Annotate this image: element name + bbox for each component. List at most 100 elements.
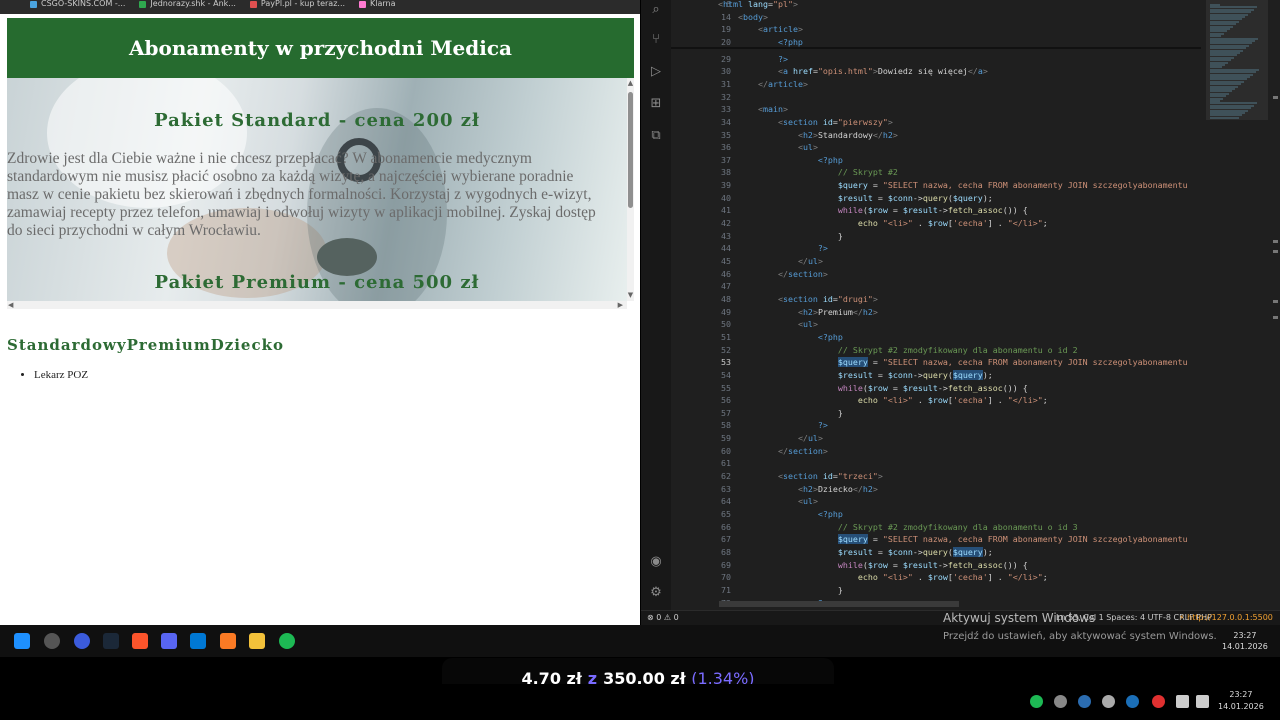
scroll-right-arrow-icon[interactable]: ▶ bbox=[618, 301, 623, 309]
microphone-icon[interactable] bbox=[1152, 695, 1165, 708]
code-line[interactable]: <h2>Standardowy</h2> bbox=[718, 129, 898, 142]
bookmark-favicon-icon bbox=[249, 0, 257, 8]
file-explorer-icon[interactable] bbox=[249, 633, 265, 649]
scroll-up-arrow-icon[interactable]: ▲ bbox=[627, 80, 634, 87]
code-line[interactable]: ?> bbox=[718, 242, 828, 255]
page-viewport: Abonamenty w przychodni Medica Pakiet St… bbox=[0, 14, 640, 625]
code-line[interactable]: $result = $conn->query($query); bbox=[718, 192, 993, 205]
code-line[interactable]: echo "<li>" . $row['cecha'] . "</li>"; bbox=[718, 394, 1048, 407]
bookmark-item[interactable]: Jednorazy.shk - Ank... bbox=[139, 0, 236, 8]
code-line[interactable]: $query = "SELECT nazwa, cecha FROM abona… bbox=[718, 533, 1188, 546]
code-line[interactable]: <html lang="pl"> bbox=[718, 0, 798, 11]
code-line[interactable]: <body> bbox=[718, 11, 768, 24]
editor-vertical-scrollbar[interactable] bbox=[1271, 0, 1280, 605]
nav-link-premium[interactable]: Premium bbox=[127, 336, 211, 354]
scroll-left-arrow-icon[interactable]: ◀ bbox=[8, 301, 13, 309]
code-line[interactable]: echo "<li>" . $row['cecha'] . "</li>"; bbox=[718, 571, 1048, 584]
editor-horizontal-scrollbar[interactable] bbox=[719, 601, 959, 607]
tray-app-icon[interactable] bbox=[1078, 695, 1091, 708]
task-view-icon[interactable] bbox=[44, 633, 60, 649]
discord-icon[interactable] bbox=[161, 633, 177, 649]
code-line[interactable]: <article> bbox=[718, 23, 803, 36]
xampp-icon[interactable] bbox=[220, 633, 236, 649]
code-line[interactable]: </ul> bbox=[718, 432, 823, 445]
windows-activation-subtitle: Przejdź do ustawień, aby aktywować syste… bbox=[943, 631, 1217, 642]
volume-icon[interactable] bbox=[1196, 695, 1209, 708]
network-icon[interactable] bbox=[1176, 695, 1189, 708]
app-icon[interactable] bbox=[74, 633, 90, 649]
browser-window: CSGO-SKINS.COM -... Jednorazy.shk - Ank..… bbox=[0, 0, 640, 625]
code-line[interactable]: while($row = $result->fetch_assoc()) { bbox=[718, 204, 1028, 217]
bookmark-label: PayPl.pl - kup teraz... bbox=[260, 0, 346, 8]
code-line[interactable]: } bbox=[718, 230, 843, 243]
live-server-url[interactable]: ⚡ http://127.0.0.1:5500 bbox=[1179, 611, 1273, 625]
code-line[interactable]: <h2>Dziecko</h2> bbox=[718, 483, 878, 496]
code-line[interactable]: echo "<li>" . $row['cecha'] . "</li>"; bbox=[718, 217, 1048, 230]
code-line[interactable]: } bbox=[718, 407, 843, 420]
code-line[interactable]: } bbox=[718, 584, 843, 597]
pakiet-standard-heading: Pakiet Standard - cena 200 zł bbox=[154, 110, 480, 131]
code-line[interactable]: $query = "SELECT nazwa, cecha FROM abona… bbox=[718, 356, 1188, 369]
nav-link-dziecko[interactable]: Dziecko bbox=[211, 336, 284, 354]
tray-app-icon[interactable] bbox=[1054, 695, 1067, 708]
problems-indicator[interactable]: ⊗ 0 ⚠ 0 bbox=[647, 611, 679, 625]
search-icon[interactable]: ⌕ bbox=[648, 2, 664, 18]
code-line[interactable]: // Skrypt #2 zmodyfikowany dla abonament… bbox=[718, 521, 1078, 534]
code-line[interactable]: </ul> bbox=[718, 255, 823, 268]
tray-clock[interactable]: 23:27 14.01.2026 bbox=[1218, 689, 1264, 713]
source-control-icon[interactable]: ⑂ bbox=[648, 32, 664, 48]
code-line[interactable]: <?php bbox=[718, 508, 843, 521]
remote-explorer-icon[interactable]: ⧉ bbox=[648, 128, 664, 144]
code-line[interactable]: <section id="drugi"> bbox=[718, 293, 878, 306]
scrollbar-thumb[interactable] bbox=[628, 92, 633, 208]
settings-gear-icon[interactable]: ⚙ bbox=[648, 585, 664, 601]
code-line[interactable]: // Skrypt #2 bbox=[718, 166, 898, 179]
code-line[interactable]: $query = "SELECT nazwa, cecha FROM abona… bbox=[718, 179, 1188, 192]
code-line[interactable]: while($row = $result->fetch_assoc()) { bbox=[718, 382, 1028, 395]
code-line[interactable]: <?php bbox=[718, 331, 843, 344]
code-line[interactable]: <?php bbox=[718, 154, 843, 167]
hero-horizontal-scrollbar[interactable]: ◀ ▶ bbox=[7, 301, 627, 309]
code-line[interactable]: </article> bbox=[718, 78, 808, 91]
code-line[interactable]: ?> bbox=[718, 53, 788, 66]
code-area[interactable]: 6 <html lang="pl"> 14 <body> 19 <article> 20… bbox=[671, 0, 1201, 605]
minimap[interactable] bbox=[1206, 0, 1268, 605]
steam-icon[interactable] bbox=[103, 633, 119, 649]
bookmark-item[interactable]: CSGO-SKINS.COM -... bbox=[30, 0, 125, 8]
code-line[interactable]: <section id="pierwszy"> bbox=[718, 116, 893, 129]
vscode-icon[interactable] bbox=[190, 633, 206, 649]
code-line[interactable]: </section> bbox=[718, 445, 828, 458]
stethoscope-chestpiece bbox=[317, 238, 377, 276]
windows-start-icon[interactable] bbox=[14, 633, 30, 649]
bookmark-item[interactable]: Klarna bbox=[359, 0, 396, 8]
brave-icon[interactable] bbox=[132, 633, 148, 649]
code-line[interactable]: <main> bbox=[718, 103, 788, 116]
hero-vertical-scrollbar[interactable]: ▲ ▼ bbox=[627, 78, 634, 301]
bookmark-item[interactable]: PayPl.pl - kup teraz... bbox=[249, 0, 346, 8]
features-list: Lekarz POZ bbox=[34, 369, 88, 381]
code-line[interactable]: while($row = $result->fetch_assoc()) { bbox=[718, 559, 1028, 572]
code-line[interactable]: <ul> bbox=[718, 141, 818, 154]
activity-bar: ⌕ ⑂ ▷ ⊞ ⧉ ◉ ⚙ bbox=[641, 0, 671, 610]
code-line[interactable]: // Skrypt #2 zmodyfikowany dla abonament… bbox=[718, 344, 1078, 357]
spotify-tray-icon[interactable] bbox=[1030, 695, 1043, 708]
nav-link-standardowy[interactable]: Standardowy bbox=[7, 336, 127, 354]
code-line[interactable]: <ul> bbox=[718, 318, 818, 331]
run-debug-icon[interactable]: ▷ bbox=[648, 64, 664, 80]
scrollbar-marker bbox=[1273, 250, 1278, 253]
code-line[interactable]: <ul> bbox=[718, 495, 818, 508]
code-line[interactable]: ?> bbox=[718, 419, 828, 432]
code-line[interactable]: <h2>Premium</h2> bbox=[718, 306, 878, 319]
account-icon[interactable]: ◉ bbox=[648, 554, 664, 570]
taskbar-clock[interactable]: 23:27 14.01.2026 bbox=[1222, 630, 1268, 652]
scroll-down-arrow-icon[interactable]: ▼ bbox=[627, 292, 634, 299]
code-line[interactable]: </section> bbox=[718, 268, 828, 281]
extensions-icon[interactable]: ⊞ bbox=[648, 96, 664, 112]
code-line[interactable]: $result = $conn->query($query); bbox=[718, 369, 993, 382]
code-line[interactable]: $result = $conn->query($query); bbox=[718, 546, 993, 559]
tray-app-icon[interactable] bbox=[1102, 695, 1115, 708]
steam-tray-icon[interactable] bbox=[1126, 695, 1139, 708]
spotify-icon[interactable] bbox=[279, 633, 295, 649]
code-line[interactable]: <a href="opis.html">Dowiedz się więcej</… bbox=[718, 65, 988, 78]
code-line[interactable]: <section id="trzeci"> bbox=[718, 470, 883, 483]
